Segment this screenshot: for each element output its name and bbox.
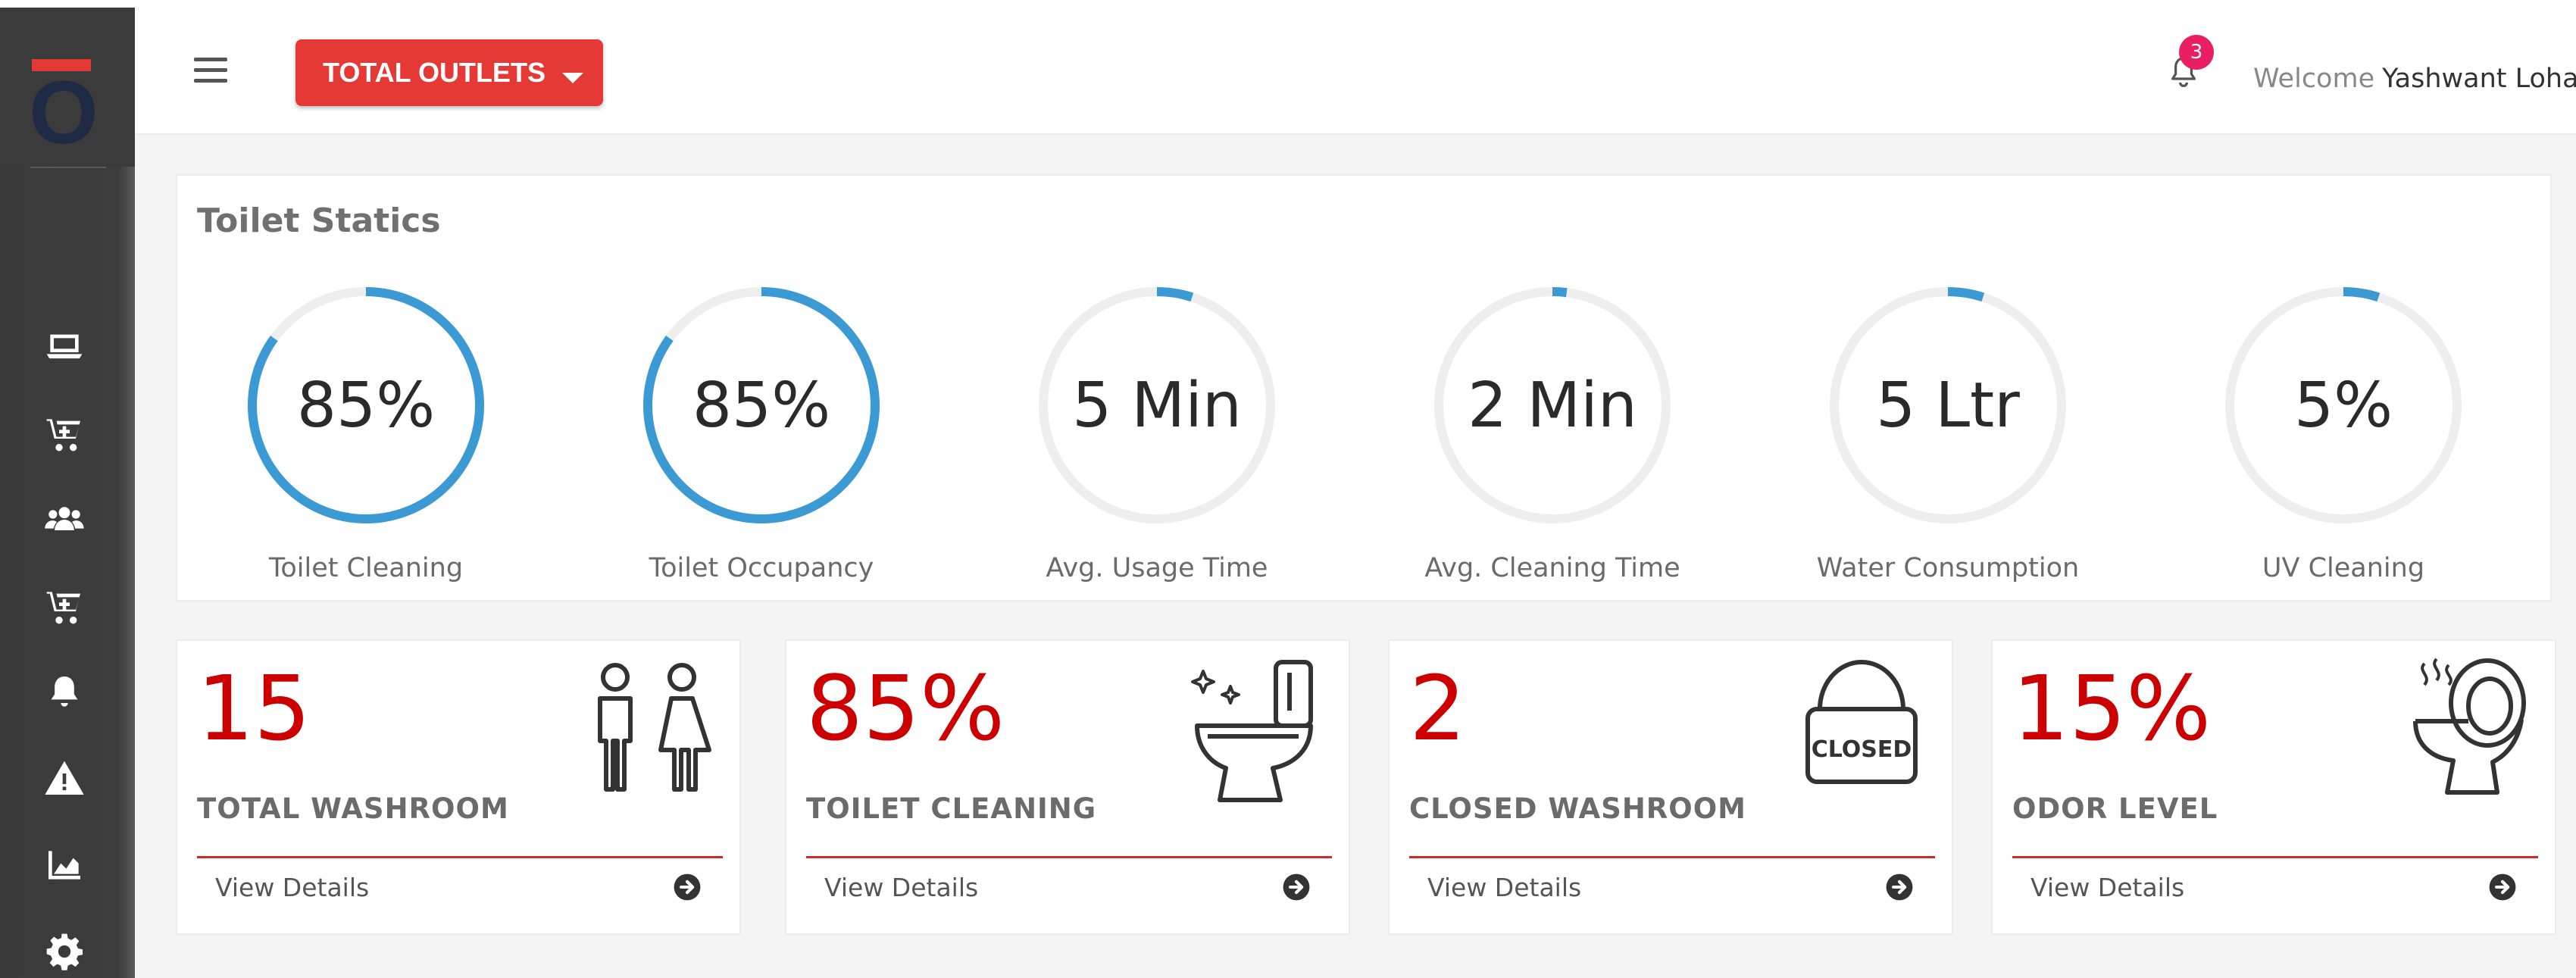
card-divider bbox=[806, 856, 1332, 858]
gear-icon bbox=[46, 933, 83, 970]
cart-icon bbox=[46, 419, 80, 452]
washroom-people-icon bbox=[577, 656, 721, 808]
gauge-toilet-cleaning: 85% Toilet Cleaning bbox=[177, 280, 571, 598]
area-chart-icon bbox=[48, 851, 80, 880]
top-header: TOTAL OUTLETS 3 Welcome Yashwant Lohar bbox=[135, 9, 2576, 135]
arrow-circle-right-icon[interactable] bbox=[1282, 873, 1311, 901]
gauge-value: 5 Ltr bbox=[1876, 369, 2020, 442]
odor-toilet-icon bbox=[2393, 656, 2537, 808]
gauge-value: 5 Min bbox=[1072, 369, 1242, 442]
sidebar-item-notifications[interactable] bbox=[41, 671, 88, 714]
gauge-value: 5% bbox=[2293, 369, 2393, 442]
card-value: 15 bbox=[197, 656, 311, 761]
users-icon bbox=[45, 507, 84, 530]
gauge-uv-cleaning: 5% UV Cleaning bbox=[2155, 280, 2549, 598]
view-details-link[interactable]: View Details bbox=[215, 873, 369, 902]
caret-down-icon bbox=[562, 73, 583, 83]
arrow-circle-right-icon[interactable] bbox=[1885, 873, 1914, 901]
panel-title: Toilet Statics bbox=[197, 202, 441, 240]
logo-mark: O bbox=[29, 63, 98, 163]
sidebar-item-orders[interactable] bbox=[41, 412, 88, 455]
warning-icon bbox=[45, 761, 84, 795]
card-odor-level: 15% ODOR LEVEL View Details bbox=[1991, 639, 2556, 935]
logo[interactable]: O bbox=[0, 8, 135, 167]
gauge-label: Toilet Occupancy bbox=[649, 553, 874, 583]
gauge-water-consumption: 5 Ltr Water Consumption bbox=[1759, 280, 2153, 598]
gauge-toilet-occupancy: 85% Toilet Occupancy bbox=[573, 280, 967, 598]
gauge-label: Water Consumption bbox=[1816, 553, 2080, 583]
total-outlets-label: TOTAL OUTLETS bbox=[323, 57, 546, 88]
closed-sign-text: CLOSED bbox=[1812, 736, 1912, 763]
welcome-prefix: Welcome bbox=[2253, 64, 2375, 94]
sidebar: O bbox=[0, 8, 135, 978]
sidebar-item-alerts[interactable] bbox=[41, 758, 88, 800]
logo-divider bbox=[30, 167, 106, 168]
card-label: TOTAL WASHROOM bbox=[197, 792, 509, 825]
card-total-washroom: 15 TOTAL WASHROOM View Details bbox=[176, 639, 741, 935]
card-divider bbox=[197, 856, 723, 858]
card-divider bbox=[2012, 856, 2538, 858]
total-outlets-dropdown[interactable]: TOTAL OUTLETS bbox=[295, 39, 603, 106]
welcome-text: Welcome Yashwant Lohar bbox=[2253, 64, 2576, 94]
gauge-value: 85% bbox=[296, 369, 436, 442]
view-details-link[interactable]: View Details bbox=[2030, 873, 2184, 902]
menu-toggle-icon[interactable] bbox=[194, 58, 227, 83]
sidebar-item-dashboard[interactable] bbox=[41, 326, 88, 368]
card-value: 15% bbox=[2012, 656, 2212, 761]
sidebar-item-users[interactable] bbox=[41, 498, 88, 541]
sidebar-item-settings[interactable] bbox=[41, 930, 88, 973]
card-label: ODOR LEVEL bbox=[2012, 792, 2218, 825]
gauge-label: Avg. Usage Time bbox=[1046, 553, 1268, 583]
card-closed-washroom: 2 CLOSED WASHROOM CLOSED View Details bbox=[1388, 639, 1953, 935]
gauge-avg-usage-time: 5 Min Avg. Usage Time bbox=[968, 280, 1362, 598]
gauge-value: 85% bbox=[692, 369, 831, 442]
card-toilet-cleaning: 85% TOILET CLEANING View Details bbox=[785, 639, 1350, 935]
gauge-label: UV Cleaning bbox=[2262, 553, 2425, 583]
toilet-statics-panel: Toilet Statics 85% Toilet Cleaning 85% Toil… bbox=[176, 174, 2552, 601]
card-value: 2 bbox=[1409, 656, 1467, 761]
user-name[interactable]: Yashwant Lohar bbox=[2382, 64, 2576, 94]
notification-badge: 3 bbox=[2179, 35, 2214, 70]
sidebar-item-products[interactable] bbox=[41, 585, 88, 627]
card-label: TOILET CLEANING bbox=[806, 792, 1097, 825]
view-details-link[interactable]: View Details bbox=[824, 873, 978, 902]
card-label: CLOSED WASHROOM bbox=[1409, 792, 1746, 825]
arrow-circle-right-icon[interactable] bbox=[673, 873, 702, 901]
view-details-link[interactable]: View Details bbox=[1427, 873, 1581, 902]
laptop-icon bbox=[46, 334, 83, 359]
arrow-circle-right-icon[interactable] bbox=[2488, 873, 2517, 901]
bell-icon bbox=[51, 676, 78, 707]
closed-sign-icon: CLOSED bbox=[1790, 656, 1934, 808]
sidebar-item-reports[interactable] bbox=[41, 844, 88, 886]
gauge-avg-cleaning-time: 2 Min Avg. Cleaning Time bbox=[1364, 280, 1758, 598]
top-strip bbox=[0, 0, 2576, 9]
card-divider bbox=[1409, 856, 1935, 858]
clean-toilet-icon bbox=[1186, 656, 1330, 808]
cart-icon bbox=[46, 592, 80, 624]
gauge-label: Toilet Cleaning bbox=[268, 553, 464, 583]
gauge-value: 2 Min bbox=[1468, 369, 1637, 442]
card-value: 85% bbox=[806, 656, 1005, 761]
gauge-label: Avg. Cleaning Time bbox=[1424, 553, 1680, 583]
